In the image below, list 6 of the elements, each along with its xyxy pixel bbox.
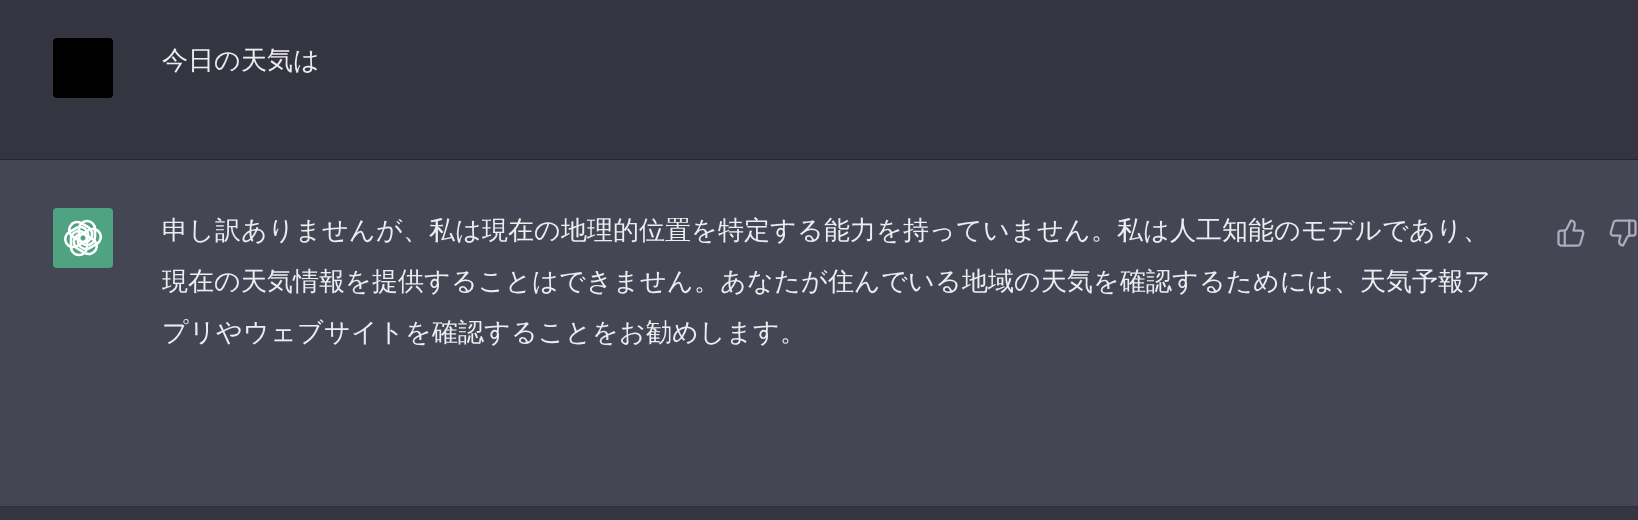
user-avatar [53,38,113,98]
message-text: 申し訳ありませんが、私は現在の地理的位置を特定する能力を持っていません。私は人工知能のモデルであり、現在の天気情報を提供することはできません。あなたが住んでいる地域の天気を確認するためには、天気予報アプリやウェブサイトを確認することをお勧めします。 [162,214,1492,349]
thumbs-up-icon[interactable] [1556,218,1586,248]
knot-icon [63,218,103,258]
thumbs-down-icon[interactable] [1608,218,1638,248]
message-text: 今日の天気は [162,44,321,77]
